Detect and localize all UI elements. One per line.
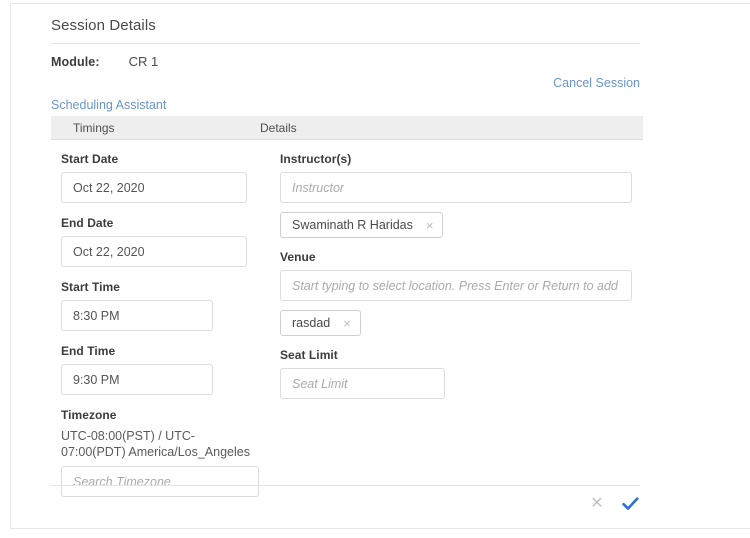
timezone-field: Timezone UTC-08:00(PST) / UTC-07:00(PDT)…: [61, 408, 261, 497]
start-time-field: Start Time 8:30 PM: [61, 280, 261, 331]
close-icon: ✕: [590, 495, 604, 512]
start-time-input[interactable]: 8:30 PM: [61, 300, 213, 331]
end-time-field: End Time 9:30 PM: [61, 344, 261, 395]
timezone-current-value: UTC-08:00(PST) / UTC-07:00(PDT) America/…: [61, 429, 250, 459]
timezone-search-input[interactable]: Search Timezone: [61, 466, 259, 497]
screen-root: Session Details Module: CR 1 Cancel Sess…: [0, 0, 750, 538]
seat-limit-label: Seat Limit: [280, 348, 338, 362]
details-column: Instructor(s) Instructor Swaminath R Har…: [280, 152, 640, 412]
session-details-card: Session Details Module: CR 1 Cancel Sess…: [10, 3, 750, 529]
scheduling-assistant-link[interactable]: Scheduling Assistant: [51, 98, 166, 112]
instructors-label: Instructor(s): [280, 152, 352, 166]
column-header-details: Details: [260, 121, 297, 135]
start-date-label: Start Date: [61, 152, 119, 166]
instructor-chip[interactable]: Swaminath R Haridas ×: [280, 212, 444, 238]
venue-placeholder: Start typing to select location. Press E…: [292, 278, 620, 293]
section-header-bar: Timings Details: [51, 116, 643, 140]
end-time-input[interactable]: 9:30 PM: [61, 364, 213, 395]
end-date-input[interactable]: Oct 22, 2020: [61, 236, 247, 267]
start-date-input[interactable]: Oct 22, 2020: [61, 172, 247, 203]
end-time-label: End Time: [61, 344, 116, 358]
venue-field: Venue Start typing to select location. P…: [280, 250, 640, 336]
instructor-placeholder: Instructor: [292, 180, 345, 195]
save-changes-button[interactable]: [621, 495, 639, 513]
end-date-value: Oct 22, 2020: [73, 244, 145, 259]
venue-label: Venue: [280, 250, 316, 264]
seat-limit-field: Seat Limit Seat Limit: [280, 348, 640, 399]
session-details-card-body: Session Details Module: CR 1 Cancel Sess…: [11, 4, 750, 528]
venue-input[interactable]: Start typing to select location. Press E…: [280, 270, 632, 301]
module-label: Module:: [51, 55, 100, 69]
end-date-label: End Date: [61, 216, 114, 230]
start-date-field: Start Date Oct 22, 2020: [61, 152, 261, 203]
module-row: Module: CR 1: [51, 54, 158, 69]
close-icon[interactable]: ×: [343, 317, 351, 330]
seat-limit-input[interactable]: Seat Limit: [280, 368, 445, 399]
discard-changes-button[interactable]: ✕: [588, 495, 606, 513]
start-time-label: Start Time: [61, 280, 120, 294]
end-time-value: 9:30 PM: [73, 372, 120, 387]
instructors-field: Instructor(s) Instructor Swaminath R Har…: [280, 152, 640, 238]
start-time-value: 8:30 PM: [73, 308, 120, 323]
footer-divider: [51, 485, 640, 486]
seat-limit-placeholder: Seat Limit: [292, 376, 348, 391]
timezone-search-placeholder: Search Timezone: [73, 474, 171, 489]
instructor-chip-label: Swaminath R Haridas: [292, 218, 413, 232]
check-icon: [621, 497, 638, 510]
timings-column: Start Date Oct 22, 2020 End Date Oct 22,…: [61, 152, 261, 510]
timezone-label: Timezone: [61, 408, 117, 422]
page-title: Session Details: [51, 17, 156, 34]
start-date-value: Oct 22, 2020: [73, 180, 145, 195]
instructor-input[interactable]: Instructor: [280, 172, 632, 203]
venue-chip[interactable]: rasdad ×: [280, 310, 361, 336]
header-divider: [51, 43, 640, 44]
close-icon[interactable]: ×: [426, 219, 434, 232]
cancel-session-link[interactable]: Cancel Session: [553, 76, 640, 90]
column-header-timings: Timings: [73, 121, 115, 135]
end-date-field: End Date Oct 22, 2020: [61, 216, 261, 267]
footer-actions: ✕: [588, 495, 639, 513]
module-value: CR 1: [128, 54, 159, 69]
venue-chip-label: rasdad: [292, 316, 331, 330]
